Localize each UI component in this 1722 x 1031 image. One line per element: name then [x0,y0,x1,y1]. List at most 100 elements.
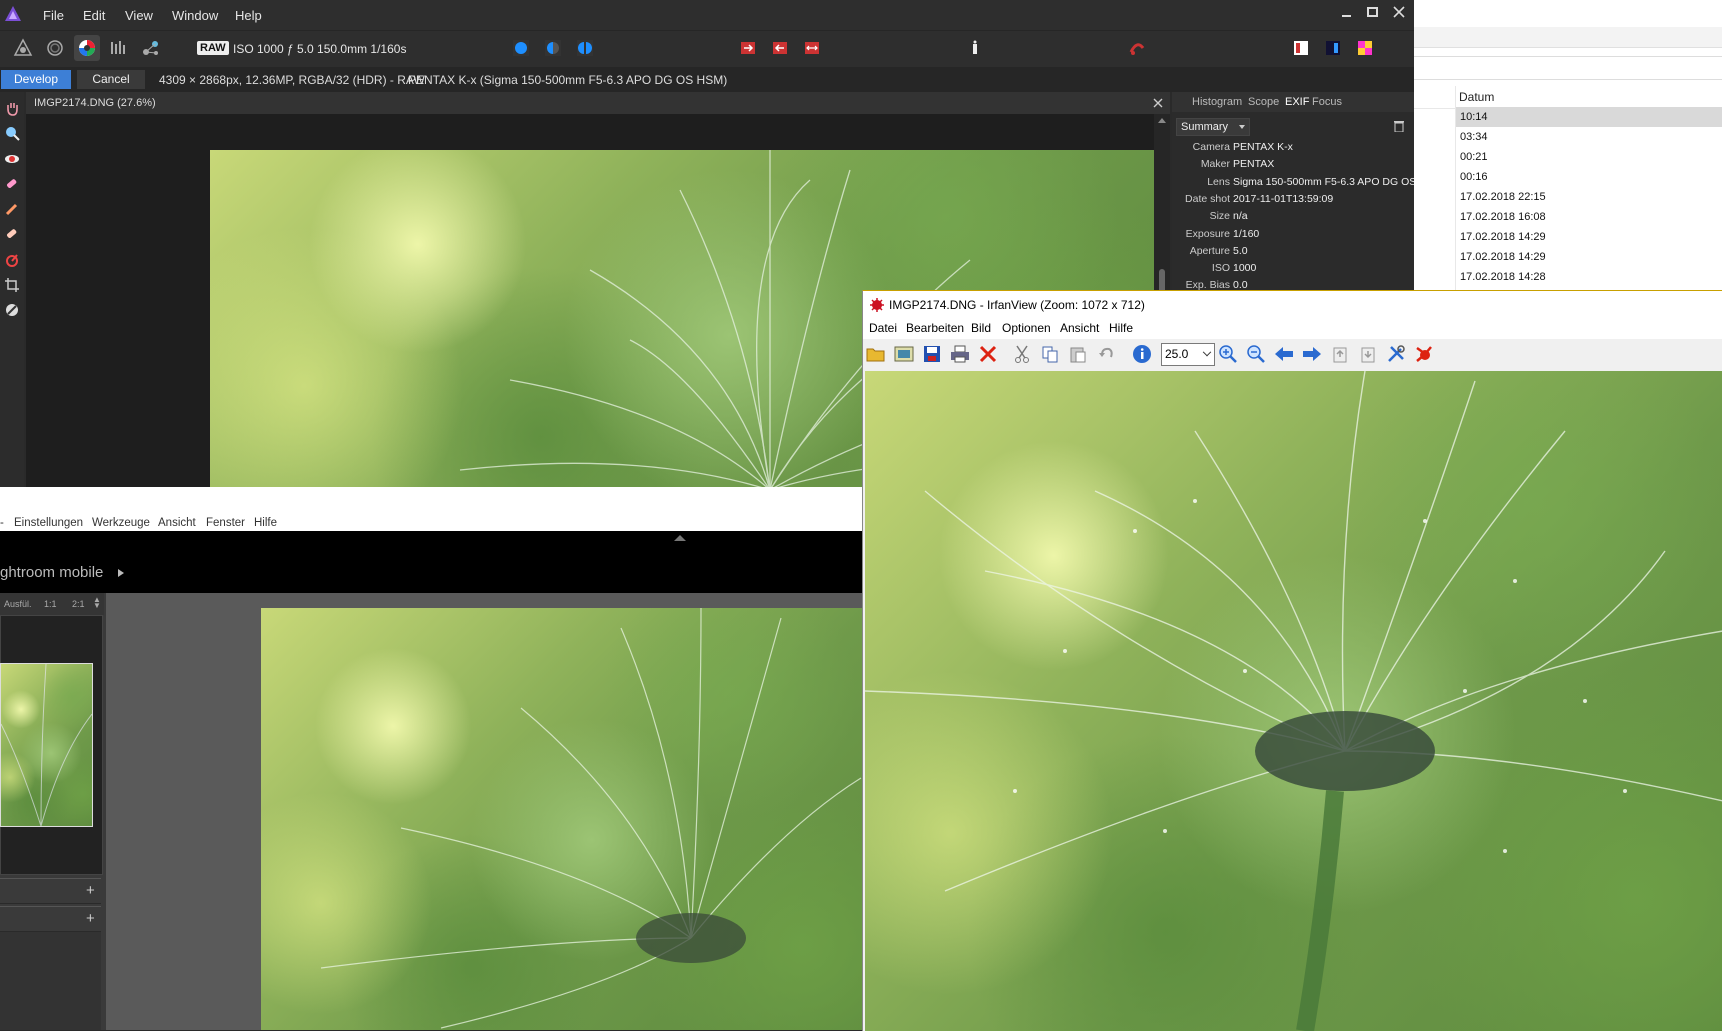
menu-datei[interactable]: Datei [869,321,897,335]
swap-icon[interactable] [799,35,825,61]
settings-tools-icon[interactable] [1385,343,1407,365]
irfanview-menubar: Datei Bearbeiten Bild Optionen Ansicht H… [863,319,1722,339]
exif-key: Maker [1200,158,1230,171]
thumbnails-icon[interactable] [893,343,915,365]
zoom-1-1[interactable]: 1:1 [44,599,57,609]
menu-hilfe[interactable]: Hilfe [1109,321,1133,335]
before-after-right-icon[interactable] [767,35,793,61]
zoom-in-icon[interactable] [1217,343,1239,365]
cancel-button[interactable]: Cancel [77,70,145,89]
menu-help[interactable]: Help [235,8,262,23]
list-item[interactable]: 17.02.2018 22:15 [1456,187,1722,207]
scroll-up-icon[interactable] [1158,118,1166,123]
list-item[interactable]: 17.02.2018 14:29 [1456,247,1722,267]
list-item[interactable]: 03:34 [1456,127,1722,147]
zoom-out-icon[interactable] [1245,343,1267,365]
next-image-icon[interactable] [1301,343,1323,365]
menu-werkzeuge[interactable]: Werkzeuge [92,517,150,529]
menu-hilfe[interactable]: Hilfe [254,517,277,529]
tone-mapping-persona-icon[interactable] [106,35,132,61]
tab-scope[interactable]: Scope [1248,96,1279,108]
zoom-select[interactable]: 25.0 [1161,343,1215,366]
tab-exif[interactable]: EXIF [1285,96,1309,108]
maximize-button[interactable] [1366,6,1380,20]
menu-optionen[interactable]: Optionen [1002,321,1051,335]
menu-einstellungen[interactable]: Einstellungen [14,517,83,529]
minimize-button[interactable] [1340,6,1354,20]
summary-select[interactable]: Summary [1176,118,1250,136]
trash-icon[interactable] [1394,120,1404,133]
open-folder-icon[interactable] [865,343,887,365]
view-mirror-icon[interactable] [572,35,598,61]
irfanview-image[interactable] [865,371,1722,1031]
exif-key: Size [1209,210,1230,223]
hand-tool-icon[interactable] [2,98,22,118]
navigator-thumbnail[interactable] [0,663,93,827]
before-after-left-icon[interactable] [735,35,761,61]
panel-left-icon[interactable] [1288,35,1314,61]
first-page-icon[interactable] [1329,343,1351,365]
list-item[interactable]: 00:21 [1456,147,1722,167]
menu-file[interactable]: File [43,8,64,23]
menu-edit[interactable]: Edit [83,8,105,23]
overlay-tool-icon[interactable] [2,250,22,270]
collapse-top-icon[interactable] [674,535,686,541]
zoom-fill[interactable]: Ausfül. [4,599,32,609]
undo-icon[interactable] [1095,343,1117,365]
zoom-stepper-icon[interactable]: ▲ ▼ [93,596,101,610]
lightroom-mobile-label[interactable]: ghtroom mobile [0,564,103,581]
liquify-persona-icon[interactable] [42,35,68,61]
tab-histogram[interactable]: Histogram [1192,96,1242,108]
cut-icon[interactable] [1011,343,1033,365]
export-persona-icon[interactable] [138,35,164,61]
copy-icon[interactable] [1039,343,1061,365]
list-item[interactable]: 10:14 [1456,107,1722,127]
gradient-tool-icon[interactable] [2,224,22,244]
next-page-icon[interactable] [1357,343,1379,365]
print-icon[interactable] [949,343,971,365]
assistant-icon[interactable] [1124,35,1150,61]
save-icon[interactable] [921,343,943,365]
irfanview-about-icon[interactable] [1413,343,1435,365]
paste-icon[interactable] [1067,343,1089,365]
menu-view[interactable]: View [125,8,153,23]
lightroom-loupe[interactable] [106,593,862,1030]
photo-persona-icon[interactable] [10,35,36,61]
view-single-icon[interactable] [508,35,534,61]
affinity-menubar: File Edit View Window Help [0,0,1414,30]
zoom-2-1[interactable]: 2:1 [72,599,85,609]
color-panel-icon[interactable] [1352,35,1378,61]
close-document-icon[interactable] [1152,97,1164,109]
add-snapshot-icon[interactable]: + [86,910,95,927]
menu-bild[interactable]: Bild [971,321,991,335]
red-eye-tool-icon[interactable] [2,149,22,169]
column-header-datum[interactable]: Datum [1459,90,1494,104]
previous-image-icon[interactable] [1273,343,1295,365]
develop-persona-icon[interactable] [74,35,100,61]
add-preset-icon[interactable]: + [86,882,95,899]
menu-window[interactable]: Window [172,8,218,23]
menu-fenster[interactable]: Fenster [206,517,245,529]
menu-bearbeiten[interactable]: Bearbeiten [906,321,964,335]
brush-tool-icon[interactable] [2,199,22,219]
crop-tool-icon[interactable] [2,275,22,295]
view-split-icon[interactable] [540,35,566,61]
list-item[interactable]: 00:16 [1456,167,1722,187]
play-triangle-icon[interactable] [118,569,124,577]
tab-focus[interactable]: Focus [1312,96,1342,108]
menu-ansicht[interactable]: Ansicht [1060,321,1099,335]
develop-button[interactable]: Develop [1,70,71,89]
blemish-tool-icon[interactable] [2,174,22,194]
document-tab[interactable]: IMGP2174.DNG (27.6%) [26,92,1170,114]
list-item[interactable]: 17.02.2018 14:29 [1456,227,1722,247]
white-balance-tool-icon[interactable] [2,300,22,320]
delete-icon[interactable] [977,343,999,365]
info-icon[interactable] [962,35,988,61]
panel-right-icon[interactable] [1320,35,1346,61]
list-item[interactable]: 17.02.2018 14:28 [1456,267,1722,287]
list-item[interactable]: 17.02.2018 16:08 [1456,207,1722,227]
close-button[interactable] [1392,5,1406,19]
menu-ansicht[interactable]: Ansicht [158,517,196,529]
info-icon[interactable] [1131,343,1153,365]
zoom-tool-icon[interactable] [2,123,22,143]
